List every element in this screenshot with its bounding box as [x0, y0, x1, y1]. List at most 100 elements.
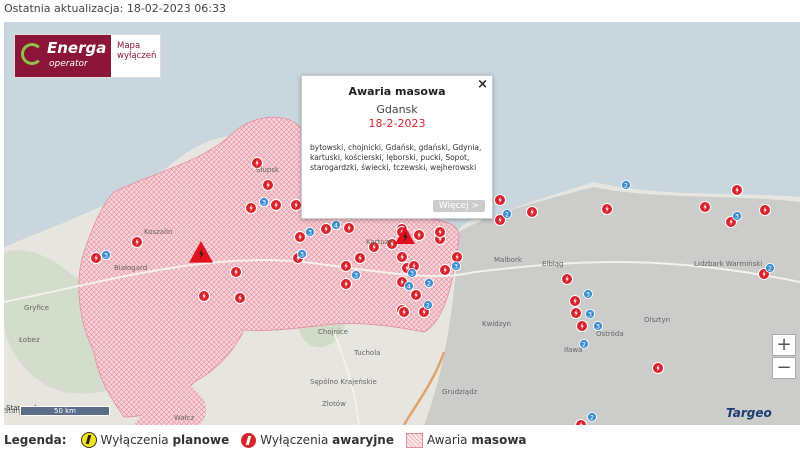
- count-badge: 3: [585, 309, 595, 319]
- close-icon[interactable]: ×: [477, 77, 488, 92]
- map-place-label: Wałcz: [174, 414, 195, 422]
- map-place-label: Olsztyn: [644, 316, 670, 324]
- last-update-text: Ostatnia aktualizacja: 18-02-2023 06:33: [4, 2, 226, 15]
- failure-marker: [759, 204, 771, 216]
- logo-app-line2: wyłączeń: [117, 51, 157, 61]
- popup-title: Awaria masowa: [348, 85, 446, 98]
- count-badge-number: 3: [300, 251, 304, 259]
- count-badge-number: 3: [454, 263, 458, 271]
- count-badge: 3: [451, 261, 461, 271]
- failure-marker: [652, 362, 664, 374]
- count-badge: 2: [587, 412, 597, 422]
- map-place-label: Kwidzyn: [482, 320, 511, 328]
- count-badge-number: 2: [427, 280, 431, 288]
- logo-app-name: Mapa wyłączeń: [111, 35, 160, 77]
- count-badge: 3: [351, 270, 361, 280]
- failure-marker: [290, 199, 302, 211]
- count-badge: 2: [423, 300, 433, 310]
- count-badge-number: 3: [735, 213, 739, 221]
- count-badge-number: 4: [407, 283, 411, 291]
- legend-mass-prefix: Awaria: [427, 433, 472, 447]
- count-badge: 2: [765, 263, 775, 273]
- map-place-label: Tuchola: [353, 349, 380, 357]
- count-badge-number: 3: [586, 291, 590, 299]
- scale-bar: 50 km: [20, 406, 110, 416]
- failure-marker: [294, 231, 306, 243]
- count-badge: 4: [404, 281, 414, 291]
- failure-marker: [270, 199, 282, 211]
- more-button[interactable]: Więcej >: [432, 200, 485, 212]
- count-badge-number: 2: [624, 182, 628, 190]
- map-place-label: Łobez: [18, 336, 40, 344]
- map-place-label: Sępólno Krajeńskie: [310, 378, 377, 386]
- failure-marker: [245, 202, 257, 214]
- failure-marker: [131, 236, 143, 248]
- failure-marker: [576, 320, 588, 332]
- popup-districts: bytowski, chojnicki, Gdańsk, gdański, Gd…: [310, 143, 482, 172]
- failure-marker: [569, 295, 581, 307]
- logo-sub: operator: [49, 59, 88, 69]
- failure-marker: [434, 226, 446, 238]
- map-place-label: Lidzbark Warmiński: [694, 260, 762, 268]
- count-badge: 3: [297, 249, 307, 259]
- logo-brand: Energa: [47, 39, 107, 57]
- energa-swirl-icon: [21, 43, 43, 65]
- count-badge-number: 3: [588, 311, 592, 319]
- count-badge-number: 2: [426, 302, 430, 310]
- count-badge: 2: [502, 209, 512, 219]
- failure-marker: [340, 278, 352, 290]
- failure-marker: [230, 266, 242, 278]
- legend-mass: Awaria masowa: [406, 432, 527, 448]
- map-place-label: Chojnice: [318, 328, 348, 336]
- count-badge-number: 2: [582, 341, 586, 349]
- legend-failure-bold: awaryjne: [332, 433, 394, 447]
- count-badge-number: 2: [590, 414, 594, 422]
- zoom-in-button[interactable]: +: [772, 334, 796, 356]
- legend-planned-bold: planowe: [172, 433, 230, 447]
- count-badge: 3: [305, 227, 315, 237]
- map-place-label: Ostróda: [596, 330, 624, 338]
- legend-mass-bold: masowa: [471, 433, 527, 447]
- failure-marker: [398, 306, 410, 318]
- failure-marker: [413, 229, 425, 241]
- count-badge: 3: [732, 211, 742, 221]
- legend-failure: Wyłączenia awaryjne: [241, 432, 394, 448]
- count-badge: 3: [259, 197, 269, 207]
- failure-marker: [340, 260, 352, 272]
- energa-logo[interactable]: Energa operator Mapa wyłączeń: [14, 34, 161, 78]
- count-badge-number: 2: [505, 211, 509, 219]
- map-place-label: Białogard: [114, 264, 147, 272]
- attribution-logo[interactable]: Targeo: [726, 406, 772, 420]
- count-badge-number: 3: [354, 272, 358, 280]
- failure-marker: [354, 252, 366, 264]
- failure-marker: [526, 206, 538, 218]
- count-badge: 4: [331, 220, 341, 230]
- failure-marker: [410, 289, 422, 301]
- count-badge-number: 3: [104, 252, 108, 260]
- count-badge-number: 3: [262, 199, 266, 207]
- outage-map[interactable]: 33334334322232323322 Koszalin Białogard Gr…: [4, 22, 800, 425]
- failure-marker: [90, 252, 102, 264]
- failure-marker: [561, 273, 573, 285]
- failure-marker: [451, 251, 463, 263]
- count-badge-number: 4: [334, 222, 338, 230]
- legend-planned: Wyłączenia planowe: [80, 432, 230, 448]
- count-badge: 3: [583, 289, 593, 299]
- failure-marker: [198, 290, 210, 302]
- failure-marker: [601, 203, 613, 215]
- lightning-failure-icon: [241, 432, 257, 448]
- zoom-controls: + −: [772, 334, 796, 380]
- zoom-out-button[interactable]: −: [772, 357, 796, 379]
- legend-planned-prefix: Wyłączenia: [100, 433, 173, 447]
- popup-date: 18-2-2023: [368, 117, 426, 130]
- map-place-label: Elbląg: [542, 260, 564, 268]
- map-place-label: Gryfice: [24, 304, 49, 312]
- failure-marker: [234, 292, 246, 304]
- popup-city: Gdansk: [376, 103, 418, 116]
- map-place-label: Iława: [564, 346, 582, 354]
- failure-marker: [343, 222, 355, 234]
- failure-marker: [262, 179, 274, 191]
- failure-marker: [570, 307, 582, 319]
- hatch-swatch-icon: [406, 432, 423, 448]
- greyed-region: [424, 187, 800, 425]
